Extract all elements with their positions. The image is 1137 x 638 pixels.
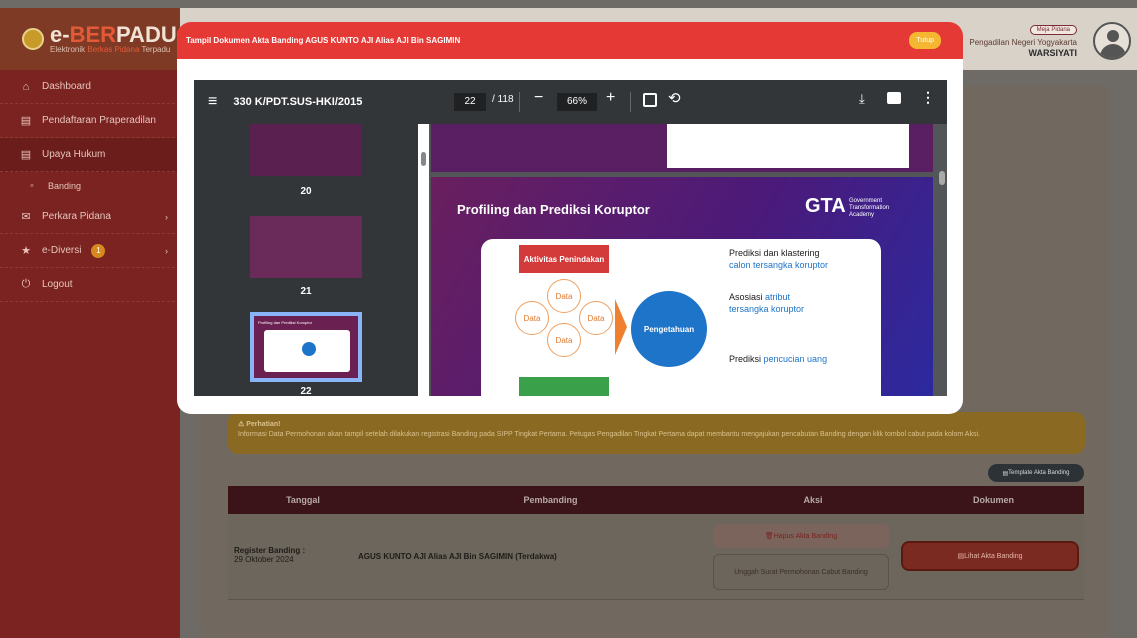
print-icon[interactable]: [887, 92, 901, 104]
pdf-viewer: Profiling dan Prediksi Koruptor GTA Gove…: [429, 124, 947, 396]
pengetahuan-circle: Pengetahuan: [631, 291, 707, 367]
rotate-icon[interactable]: ⟲: [668, 89, 681, 107]
home-icon: ⌂: [22, 80, 30, 93]
thumbnail-panel: 20 21 Profiling dan Prediksi Koruptor 22: [194, 124, 418, 396]
sidebar: ⌂ Dashboard ▤ Pendaftaran Praperadilan ▤ Up…: [0, 70, 180, 638]
modal-header: Tampil Dokumen Akta Banding AGUS KUNTO A…: [177, 22, 963, 59]
output-prediksi-klastering: Prediksi dan klastering calon tersangka k…: [729, 248, 829, 270]
sidebar-item-upaya-hukum[interactable]: ▤ Upaya Hukum: [0, 138, 180, 172]
warning-icon: ⚠: [238, 421, 247, 428]
col-pembanding: Pembanding: [523, 495, 578, 505]
gta-logo-subtitle: Government Transformation Academy: [849, 198, 890, 218]
zoom-level[interactable]: 66%: [557, 93, 597, 111]
thumbnail-label: 22: [300, 386, 312, 396]
gta-logo: GTA: [805, 195, 846, 217]
close-button[interactable]: Tutup: [909, 32, 941, 49]
data-circle: Data: [515, 301, 549, 335]
data-circle: Data: [579, 301, 613, 335]
viewer-scrollbar[interactable]: [939, 171, 945, 185]
logo-title: e-BERPADU: [50, 21, 177, 47]
sidebar-item-perkara-pidana[interactable]: ✉ Perkara Pidana ›: [0, 200, 180, 234]
output-pencucian-uang: Prediksi pencucian uang: [729, 354, 828, 364]
count-badge: 1: [91, 243, 106, 258]
slide-diagram: Aktivitas Penindakan Data Data Data Data…: [481, 239, 881, 396]
sidebar-item-dashboard[interactable]: ⌂ Dashboard: [0, 70, 180, 104]
notice-alert: ⚠ Perhatian! Informasi Data Permohonan a…: [228, 412, 1085, 454]
menu-icon[interactable]: ≡: [208, 93, 217, 111]
col-dokumen: Dokumen: [972, 495, 1014, 505]
pdf-page-22: Profiling dan Prediksi Koruptor GTA Gove…: [431, 177, 933, 396]
unggah-cabut-button[interactable]: Unggah Surat Permohonan Cabut Banding: [713, 554, 889, 590]
thumbnail-slide-title: Profiling dan Prediksi Koruptor: [258, 320, 313, 325]
green-box: [519, 377, 609, 396]
power-icon: ⏻: [21, 278, 31, 290]
sidebar-item-e-diversi[interactable]: ★ e-Diversi 1 ›: [0, 234, 180, 268]
document-modal: Tampil Dokumen Akta Banding AGUS KUNTO A…: [177, 22, 963, 414]
thumbnail-page-21[interactable]: [250, 216, 362, 278]
data-circle: Data: [547, 323, 581, 357]
template-akta-button[interactable]: ▤ Template Akta Banding: [988, 464, 1084, 482]
page-number-input[interactable]: 22: [454, 93, 486, 111]
court-name: Pengadilan Negeri Yogyakarta: [969, 38, 1077, 47]
file-icon: ▤: [957, 553, 965, 560]
table-header: Tanggal Pembanding Aksi Dokumen: [228, 486, 1084, 514]
divider: [630, 92, 631, 112]
lihat-akta-button[interactable]: ▤ Lihat Akta Banding: [901, 541, 1079, 571]
user-name: WARSIYATI: [1028, 48, 1077, 58]
user-info: Meja Pidana Pengadilan Negeri Yogyakarta…: [969, 18, 1077, 58]
notice-title: ⚠ Perhatian!: [238, 421, 281, 428]
role-badge[interactable]: Meja Pidana: [1029, 25, 1077, 35]
avatar-icon[interactable]: [1093, 22, 1131, 60]
fit-page-icon[interactable]: [643, 93, 657, 107]
register-date: Register Banding :29 Oktober 2024: [234, 546, 306, 564]
zoom-in-icon[interactable]: +: [606, 89, 615, 107]
star-icon: ★: [21, 245, 31, 257]
sidebar-item-logout[interactable]: ⏻ Logout: [0, 268, 180, 302]
sidebar-item-praperadilan[interactable]: ▤ Pendaftaran Praperadilan: [0, 104, 180, 138]
document-icon: ▤: [20, 149, 32, 161]
output-asosiasi: Asosiasi atribut tersangka koruptor: [729, 292, 805, 314]
page-total: / 118: [492, 94, 514, 105]
divider: [519, 92, 520, 112]
chevron-right-icon: ›: [165, 245, 168, 256]
col-aksi: Aksi: [803, 495, 823, 505]
thumbnail-label: 21: [300, 286, 312, 297]
app-logo[interactable]: e-BERPADU Elektronik Berkas Pidana Terpa…: [0, 8, 180, 70]
app-root: Meja Pidana Pengadilan Negeri Yogyakarta…: [0, 0, 1137, 638]
zoom-out-icon[interactable]: −: [534, 89, 543, 107]
col-tanggal: Tanggal: [286, 495, 320, 505]
download-icon[interactable]: ⤓: [859, 91, 865, 107]
modal-title: Tampil Dokumen Akta Banding AGUS KUNTO A…: [186, 36, 461, 45]
notice-text: Informasi Data Permohonan akan tampil se…: [238, 431, 980, 438]
document-icon: ▤: [20, 115, 32, 127]
data-circle: Data: [547, 279, 581, 313]
hapus-akta-button[interactable]: 🗑 Hapus Akta Banding: [713, 524, 889, 548]
pdf-toolbar: ≡ 330 K/PDT.SUS-HKI/2015 22 / 118 − 66% …: [194, 80, 947, 124]
thumbnail-page-22[interactable]: Profiling dan Prediksi Koruptor: [250, 312, 362, 382]
circle-icon: ◦: [30, 180, 34, 192]
trash-icon: 🗑: [764, 533, 774, 540]
thumbnail-label: 20: [300, 186, 312, 197]
pdf-doc-title: 330 K/PDT.SUS-HKI/2015: [233, 96, 363, 108]
mail-icon: ✉: [21, 211, 31, 223]
slide-title: Profiling dan Prediksi Koruptor: [457, 202, 650, 217]
chevron-arrow: [615, 299, 627, 355]
logo-subtitle: Elektronik Berkas Pidana Terpadu: [50, 44, 171, 54]
pembanding-name: AGUS KUNTO AJI Alias AJI Bin SAGIMIN (Te…: [358, 552, 557, 561]
more-options-icon[interactable]: ⋮: [921, 89, 935, 106]
thumbnail-page-20[interactable]: [250, 124, 362, 176]
table-row: Register Banding :29 Oktober 2024 AGUS K…: [228, 514, 1084, 600]
chevron-right-icon: ›: [165, 211, 168, 222]
sidebar-item-banding[interactable]: ◦ Banding: [0, 172, 180, 200]
emblem-icon: [22, 28, 44, 50]
pdf-page-21: [431, 124, 933, 172]
aktivitas-box: Aktivitas Penindakan: [519, 245, 609, 273]
thumbnail-scrollbar[interactable]: [421, 152, 426, 166]
